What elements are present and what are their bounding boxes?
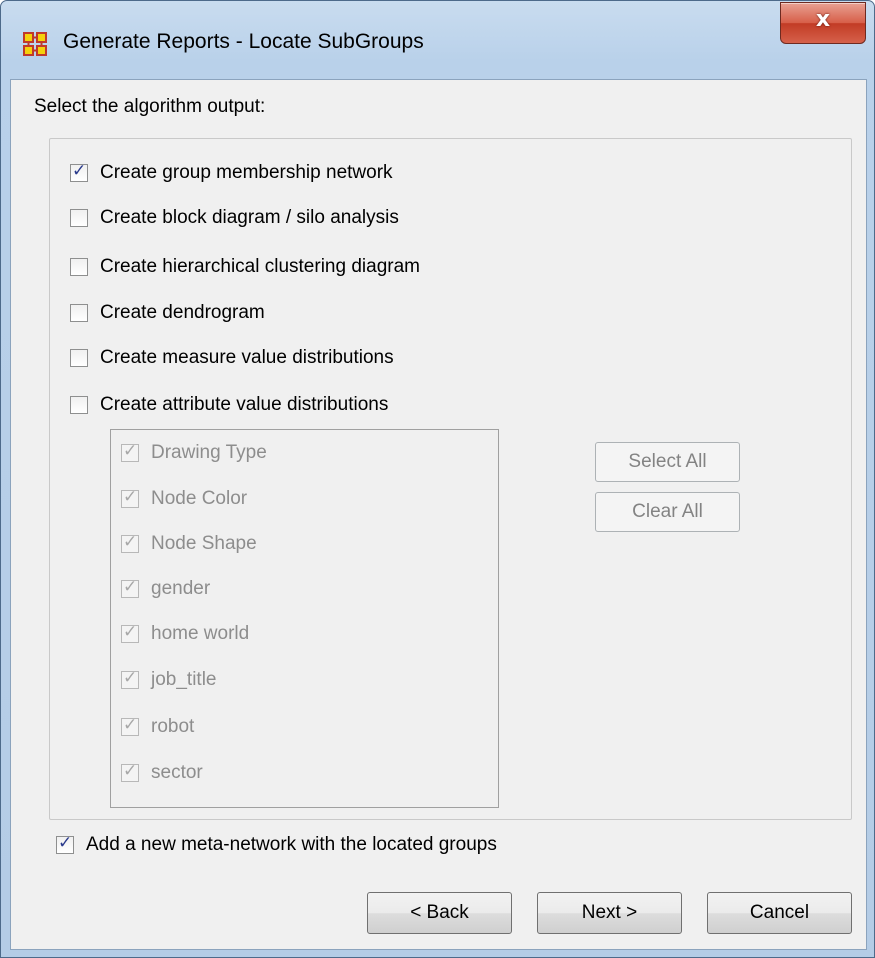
dialog-body: Select the algorithm output: Create grou… (10, 79, 867, 950)
ora-app-icon (23, 32, 47, 56)
option-label: Create block diagram / silo analysis (100, 207, 399, 228)
attribute-label: gender (151, 578, 211, 599)
attribute-label: job_title (151, 669, 217, 690)
select-all-button[interactable]: Select All (595, 442, 740, 482)
option-label: Create dendrogram (100, 302, 265, 323)
clear-all-button[interactable]: Clear All (595, 492, 740, 532)
option-label: Create hierarchical clustering diagram (100, 256, 420, 277)
option-label: Create attribute value distributions (100, 394, 389, 415)
checkbox (121, 668, 139, 689)
checkbox[interactable] (70, 396, 88, 414)
checkbox (121, 532, 139, 553)
cancel-button[interactable]: Cancel (707, 892, 852, 934)
checkbox (121, 761, 139, 782)
option-label: Create group membership network (100, 162, 393, 183)
checkbox (121, 715, 139, 736)
attribute-label: sector (151, 762, 203, 783)
attribute-label: robot (151, 716, 195, 737)
option-dendrogram[interactable]: Create dendrogram (70, 302, 265, 324)
attribute-item-node-color: Node Color (121, 487, 248, 510)
checkbox[interactable] (70, 258, 88, 276)
option-label: Add a new meta-network with the located … (86, 834, 497, 855)
back-button[interactable]: < Back (367, 892, 512, 934)
checkbox (121, 487, 139, 508)
option-block-diagram[interactable]: Create block diagram / silo analysis (70, 207, 399, 229)
dialog-window: Generate Reports - Locate SubGroups x Se… (0, 0, 875, 958)
checkbox (121, 622, 139, 643)
window-title: Generate Reports - Locate SubGroups (63, 30, 424, 53)
attribute-item-sector: sector (121, 761, 203, 784)
attribute-label: Node Shape (151, 533, 257, 554)
attribute-item-robot: robot (121, 715, 195, 738)
option-add-meta-network[interactable]: Add a new meta-network with the located … (56, 833, 497, 856)
checkbox (121, 577, 139, 598)
checkbox[interactable] (70, 304, 88, 322)
checkbox (121, 441, 139, 462)
attribute-label: Node Color (151, 488, 248, 509)
checkbox[interactable] (70, 209, 88, 227)
checkbox[interactable] (56, 833, 74, 854)
attribute-label: home world (151, 623, 250, 644)
next-button[interactable]: Next > (537, 892, 682, 934)
attribute-item-job-title: job_title (121, 668, 217, 691)
close-icon: x (815, 7, 831, 32)
title-bar[interactable]: Generate Reports - Locate SubGroups x (1, 1, 874, 79)
option-label: Create measure value distributions (100, 347, 394, 368)
checkbox[interactable] (70, 161, 88, 182)
attribute-label: Drawing Type (151, 442, 267, 463)
output-options-group: Create group membership network Create b… (49, 138, 852, 820)
checkbox[interactable] (70, 349, 88, 367)
prompt-label: Select the algorithm output: (34, 96, 266, 117)
close-button[interactable]: x (780, 2, 866, 44)
attribute-item-drawing-type: Drawing Type (121, 441, 267, 464)
option-group-membership-network[interactable]: Create group membership network (70, 161, 393, 184)
attribute-item-home-world: home world (121, 622, 250, 645)
attribute-item-node-shape: Node Shape (121, 532, 257, 555)
option-measure-value-distributions[interactable]: Create measure value distributions (70, 347, 394, 369)
option-attribute-value-distributions[interactable]: Create attribute value distributions (70, 394, 388, 416)
attribute-list: Drawing Type Node Color Node Shape gende… (110, 429, 499, 808)
attribute-item-gender: gender (121, 577, 211, 600)
option-hierarchical-clustering[interactable]: Create hierarchical clustering diagram (70, 256, 420, 278)
